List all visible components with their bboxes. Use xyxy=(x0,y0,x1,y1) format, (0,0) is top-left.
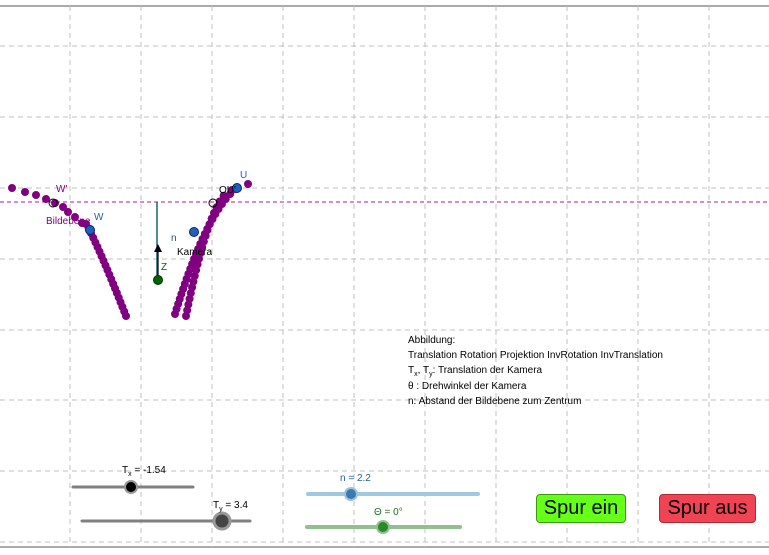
trace-point xyxy=(244,180,252,188)
slider-n-label: n = 2.2 xyxy=(340,473,371,484)
slider-theta-knob[interactable] xyxy=(376,520,390,534)
label-bildebene: Bildebene xyxy=(46,216,91,227)
annotation-line1: Translation Rotation Projektion InvRotat… xyxy=(408,350,663,361)
trace-point xyxy=(122,312,130,320)
slider-n-knob[interactable] xyxy=(344,487,358,501)
trace-point xyxy=(51,199,59,207)
trace-point xyxy=(171,310,179,318)
slider-tx-label: Tx = -1.54 xyxy=(122,465,166,478)
label-ou-prime: OU' xyxy=(219,185,236,196)
label-z: Z xyxy=(161,262,168,273)
label-w-prime: W' xyxy=(56,184,68,195)
spur-aus-button[interactable]: Spur aus xyxy=(659,494,756,523)
slider-ty-label: Ty = 3.4 xyxy=(213,500,248,513)
point-n-end[interactable] xyxy=(189,227,199,237)
trace-point xyxy=(182,312,190,320)
trace-point xyxy=(32,191,40,199)
label-n: n xyxy=(171,233,177,244)
trace-point xyxy=(64,208,72,216)
n-vector-arrowhead xyxy=(154,244,162,252)
slider-ty-knob[interactable] xyxy=(212,511,232,531)
label-w: W xyxy=(94,212,104,223)
geogebra-canvas[interactable]: W' W Bildebene U OU' n Z Kamera Abbildun… xyxy=(0,0,769,555)
label-kamera: Kamera xyxy=(177,247,213,258)
slider-tx-knob[interactable] xyxy=(124,480,138,494)
annotation-line4: n: Abstand der Bildebene zum Zentrum xyxy=(408,396,582,407)
annotation-title: Abbildung: xyxy=(408,335,456,346)
point-z-camera[interactable] xyxy=(153,275,163,285)
drawing-area[interactable] xyxy=(0,0,769,555)
label-u: U xyxy=(240,170,248,181)
annotation-line2-suffix: : Translation der Kamera xyxy=(432,365,543,376)
annotation-line2-mid: , T xyxy=(417,365,430,376)
trace-point xyxy=(8,184,16,192)
slider-tx-value: = -1.54 xyxy=(131,465,166,476)
slider-theta-label: Θ = 0° xyxy=(374,507,403,518)
spur-ein-button[interactable]: Spur ein xyxy=(536,494,626,523)
annotation-line3: θ : Drehwinkel der Kamera xyxy=(408,381,527,392)
trace-point xyxy=(21,188,29,196)
slider-ty-value: = 3.4 xyxy=(222,500,248,511)
